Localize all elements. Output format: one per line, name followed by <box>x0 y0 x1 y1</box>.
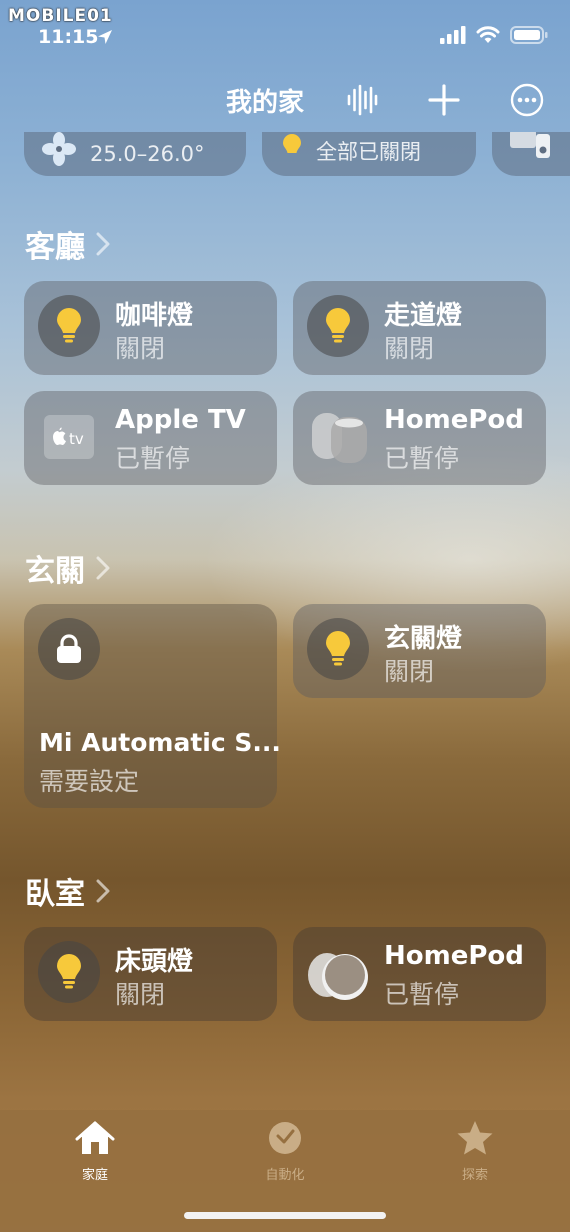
climate-chip-subtitle: 25.0–26.0° <box>90 142 205 166</box>
accessory-tile-homepod-bedroom[interactable]: HomePod 已暫停 <box>293 927 546 1021</box>
accessory-icon-badge <box>307 295 369 357</box>
intercom-button[interactable] <box>344 82 380 118</box>
waveform-icon <box>347 84 378 116</box>
svg-text:tv: tv <box>69 430 84 448</box>
lightbulb-icon <box>283 134 301 153</box>
lock-icon <box>57 634 81 663</box>
accessory-tile-bedside-light[interactable]: 床頭燈 關閉 <box>24 927 277 1021</box>
accessory-state: 關閉 <box>384 657 435 686</box>
accessory-state: 已暫停 <box>115 444 191 473</box>
add-button[interactable] <box>426 82 462 118</box>
accessory-name: HomePod <box>384 941 524 971</box>
lightbulb-icon <box>326 631 350 666</box>
tab-automation[interactable]: 自動化 <box>225 1120 345 1183</box>
wifi-icon <box>476 26 500 43</box>
lightbulb-icon <box>326 308 350 343</box>
climate-chip[interactable]: 25.0–26.0° <box>24 132 246 176</box>
house-icon <box>75 1121 115 1154</box>
accessory-name: 床頭燈 <box>115 947 194 977</box>
accessory-tile-coffee-light[interactable]: 咖啡燈 關閉 <box>24 281 277 375</box>
tv-speaker-icon <box>510 132 550 158</box>
battery-icon <box>510 26 548 44</box>
page-title: 我的家 <box>226 88 305 118</box>
accessory-tile-entrance-light[interactable]: 玄關燈 關閉 <box>293 604 546 698</box>
accessory-state: 已暫停 <box>384 980 460 1009</box>
homepod-mini-icon <box>308 953 368 1000</box>
lightbulb-icon <box>57 308 81 343</box>
accessory-icon-badge <box>38 295 100 357</box>
ellipsis-circle-icon <box>510 83 544 117</box>
tab-home[interactable]: 家庭 <box>35 1120 155 1183</box>
tab-label: 家庭 <box>81 1168 108 1183</box>
tab-label: 探索 <box>461 1168 488 1183</box>
tab-label: 自動化 <box>265 1168 305 1183</box>
room-header-bedroom[interactable]: 臥室 <box>25 869 111 913</box>
fan-icon <box>42 132 76 166</box>
accessory-icon-badge <box>38 618 100 680</box>
chevron-right-icon <box>96 232 110 256</box>
clock-icon <box>269 1122 301 1154</box>
accessory-name: 玄關燈 <box>384 624 463 654</box>
apple-tv-icon: tv <box>44 415 94 459</box>
chevron-right-icon <box>96 556 110 580</box>
cellular-signal-icon <box>440 26 466 44</box>
room-title: 客廳 <box>25 230 85 265</box>
lights-chip[interactable]: 全部已關閉 <box>262 132 476 176</box>
more-button[interactable] <box>509 82 545 118</box>
location-arrow-icon <box>98 30 112 44</box>
room-header-entrance[interactable]: 玄關 <box>25 546 111 590</box>
accessory-name: Apple TV <box>115 405 246 435</box>
lightbulb-icon <box>57 954 81 989</box>
chevron-right-icon <box>96 879 110 903</box>
accessory-tile-hallway-light[interactable]: 走道燈 關閉 <box>293 281 546 375</box>
accessory-tile-smart-lock[interactable]: Mi Automatic S... 需要設定 <box>24 604 281 808</box>
accessory-name: 咖啡燈 <box>115 301 194 331</box>
room-title: 玄關 <box>25 554 85 589</box>
accessory-name: 走道燈 <box>384 301 463 331</box>
star-icon <box>457 1121 493 1155</box>
accessory-state: 需要設定 <box>39 767 140 796</box>
accessory-tile-homepod-living[interactable]: HomePod 已暫停 <box>293 391 546 485</box>
accessory-state: 已暫停 <box>384 444 460 473</box>
homepod-icon <box>312 413 367 463</box>
accessory-state: 關閉 <box>115 334 166 363</box>
accessory-icon-badge <box>307 618 369 680</box>
accessory-name: HomePod <box>384 405 524 435</box>
accessory-icon-badge <box>38 941 100 1003</box>
tab-discover[interactable]: 探索 <box>415 1120 535 1183</box>
home-indicator[interactable] <box>184 1212 386 1219</box>
room-title: 臥室 <box>25 877 85 912</box>
lights-chip-subtitle: 全部已關閉 <box>316 140 421 164</box>
accessory-state: 關閉 <box>384 334 435 363</box>
status-time: 11:15 <box>38 26 99 48</box>
accessory-state: 關閉 <box>115 980 166 1009</box>
accessory-tile-apple-tv[interactable]: tv Apple TV 已暫停 <box>24 391 277 485</box>
media-chip[interactable] <box>492 132 570 176</box>
accessory-name: Mi Automatic S... <box>39 728 281 757</box>
room-header-living-room[interactable]: 客廳 <box>25 222 111 266</box>
plus-icon <box>428 84 460 116</box>
watermark: MOBILE01 <box>8 6 113 26</box>
status-chips-row: 25.0–26.0° 全部已關閉 <box>0 132 570 178</box>
status-icons <box>440 26 548 44</box>
